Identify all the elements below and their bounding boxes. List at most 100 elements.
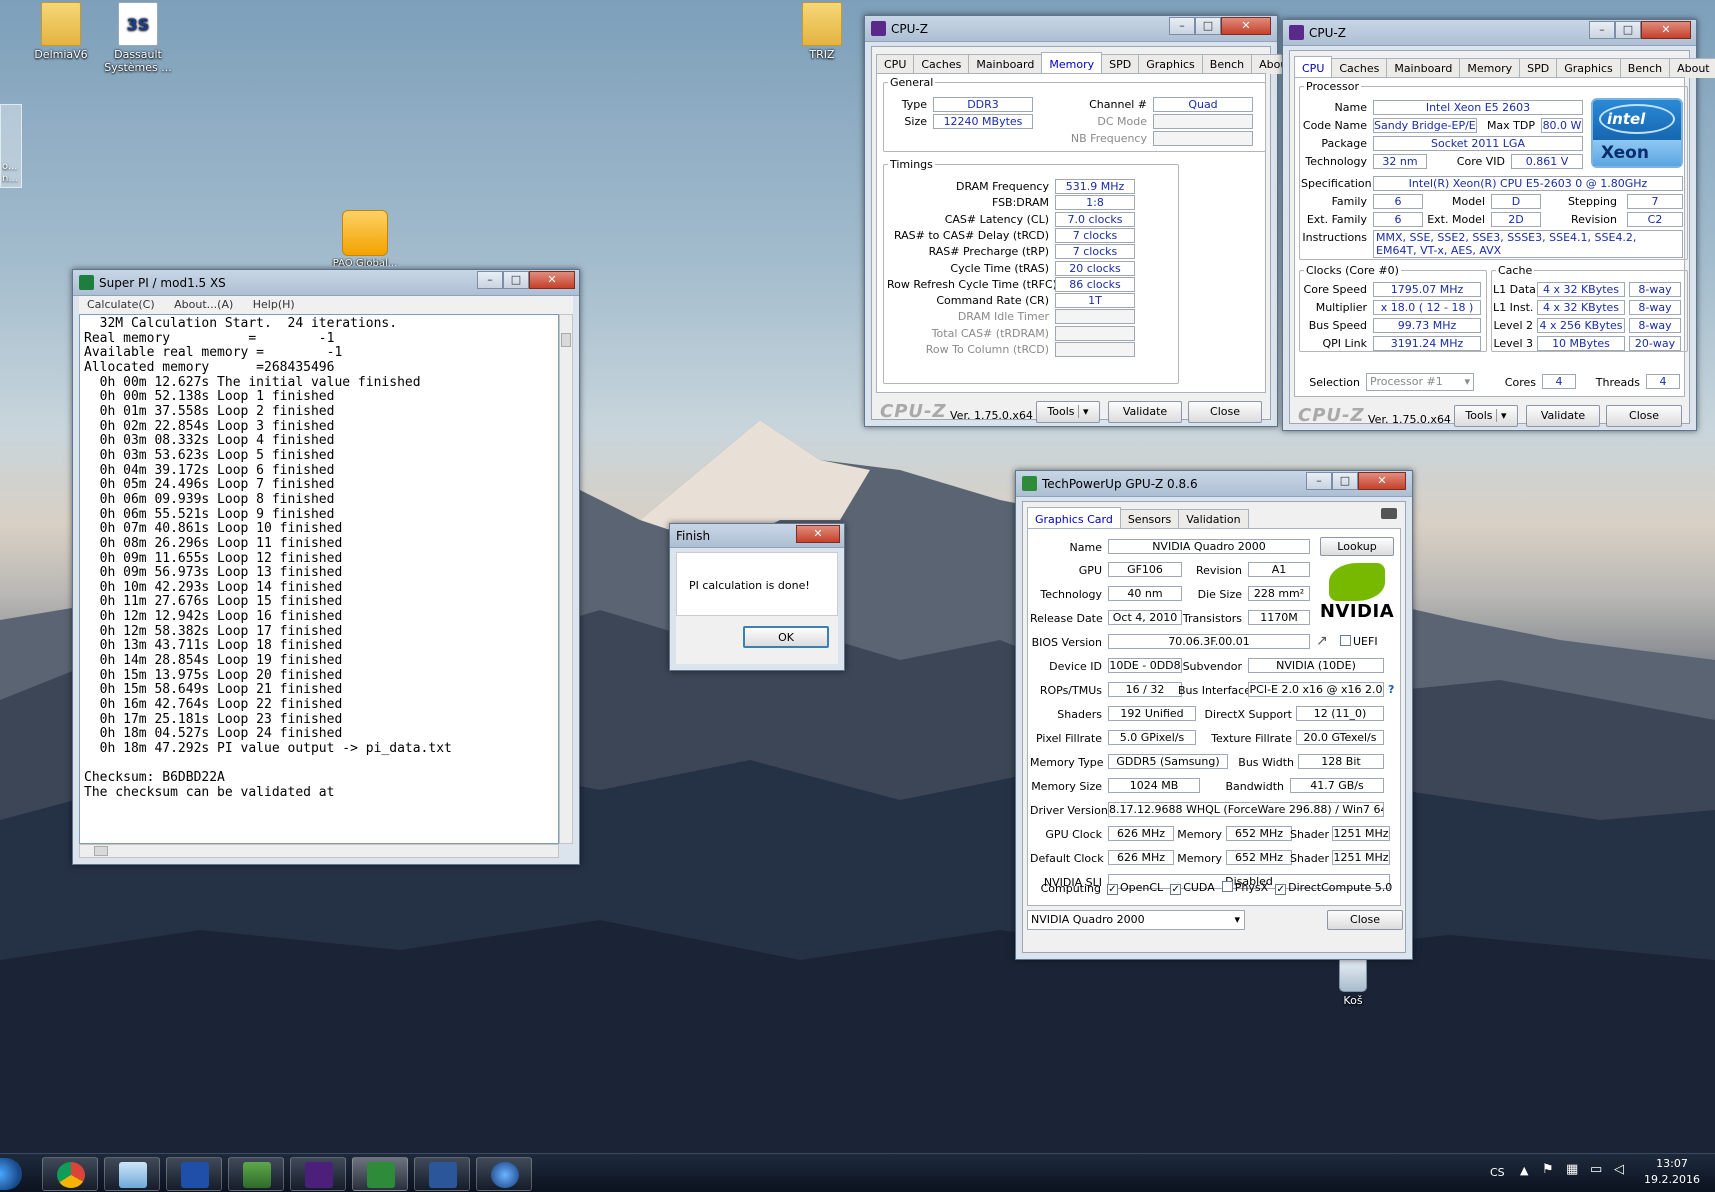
desktop-icon-recycle-bin[interactable]: Koš <box>1313 958 1393 1007</box>
title-bar[interactable]: CPU-Z – □ ✕ <box>1283 20 1696 46</box>
scroll-thumb[interactable] <box>561 333 571 347</box>
tab-mainboard[interactable]: Mainboard <box>1386 58 1461 78</box>
language-indicator[interactable]: CS <box>1490 1166 1505 1179</box>
tab-caches[interactable]: Caches <box>1331 58 1388 78</box>
desktop-icon-label: PAO Global... <box>332 258 398 266</box>
taskbar-chrome[interactable] <box>42 1157 98 1191</box>
directcompute-checkbox[interactable]: ✓ DirectCompute 5.0 <box>1275 881 1393 895</box>
title-bar[interactable]: Super PI / mod1.5 XS – □ ✕ <box>73 270 579 296</box>
cache-associativity: 8-way <box>1629 300 1681 315</box>
tab-memory[interactable]: Memory <box>1459 58 1521 78</box>
taskbar-explorer[interactable] <box>104 1157 160 1191</box>
gpuz-app-icon <box>1022 476 1037 491</box>
channel-value: Quad <box>1153 97 1253 112</box>
tab-graphics-card[interactable]: Graphics Card <box>1027 507 1121 530</box>
cuda-checkbox[interactable]: ✓ CUDA <box>1170 881 1215 895</box>
tab-spd[interactable]: SPD <box>1519 58 1558 78</box>
maximize-button[interactable]: □ <box>503 271 529 289</box>
minimize-button[interactable]: – <box>477 271 503 289</box>
physx-checkbox[interactable]: PhysX <box>1221 881 1268 894</box>
title-bar[interactable]: Finish ✕ <box>670 524 844 548</box>
tools-label: Tools <box>1465 409 1493 422</box>
start-button[interactable] <box>0 1158 22 1190</box>
validate-button[interactable]: Validate <box>1108 401 1182 423</box>
title-bar[interactable]: TechPowerUp GPU-Z 0.8.6 – □ ✕ <box>1016 471 1412 497</box>
desktop-icon-delmiav6[interactable]: DelmiaV6 <box>21 2 101 61</box>
volume-icon[interactable]: ◁ <box>1614 1162 1624 1177</box>
taskbar-superpi[interactable] <box>352 1157 408 1191</box>
gpu-value: GF106 <box>1108 562 1182 577</box>
minimize-button[interactable]: – <box>1306 472 1332 490</box>
name-value: NVIDIA Quadro 2000 <box>1108 539 1310 554</box>
directcompute-label: DirectCompute 5.0 <box>1288 881 1393 894</box>
gpu-select[interactable]: NVIDIA Quadro 2000 ▾ <box>1027 910 1245 930</box>
close-button[interactable]: Close <box>1327 910 1403 930</box>
folder-icon <box>41 2 81 46</box>
menu-about[interactable]: About...(A) <box>166 296 241 313</box>
minimize-button[interactable]: – <box>1169 17 1195 35</box>
menu-help[interactable]: Help(H) <box>245 296 303 313</box>
taskbar-gpuz[interactable] <box>476 1157 532 1191</box>
clock-date[interactable]: 19.2.2016 <box>1638 1173 1706 1186</box>
tab-validation[interactable]: Validation <box>1178 509 1249 529</box>
ok-button[interactable]: OK <box>743 626 829 648</box>
tab-about[interactable]: About <box>1669 58 1715 78</box>
gpuclock-value: 626 MHz <box>1108 826 1174 841</box>
taskbar-save[interactable] <box>166 1157 222 1191</box>
desktop-icon-triz[interactable]: TRIZ <box>782 2 862 61</box>
validate-button[interactable]: Validate <box>1526 405 1600 427</box>
uefi-checkbox[interactable]: UEFI <box>1340 635 1378 648</box>
scroll-thumb[interactable] <box>94 846 108 856</box>
tab-mainboard[interactable]: Mainboard <box>968 54 1043 74</box>
lookup-button[interactable]: Lookup <box>1320 537 1394 556</box>
taskbar-task-manager[interactable] <box>228 1157 284 1191</box>
close-button[interactable]: ✕ <box>529 271 575 289</box>
close-button[interactable]: ✕ <box>1221 17 1271 35</box>
network-icon[interactable]: ▭ <box>1590 1162 1602 1177</box>
flag-icon[interactable]: ⚑ <box>1542 1162 1554 1177</box>
tab-caches[interactable]: Caches <box>913 54 970 74</box>
taskbar-word[interactable] <box>414 1157 470 1191</box>
share-icon[interactable]: ↗ <box>1316 633 1328 649</box>
desktop-icon-global[interactable]: PAO Global... <box>325 210 405 266</box>
checkbox-box <box>1340 635 1351 646</box>
maximize-button[interactable]: □ <box>1195 17 1221 35</box>
close-button[interactable]: ✕ <box>796 525 840 543</box>
taskbar-cpuz[interactable] <box>290 1157 346 1191</box>
threads-value: 4 <box>1646 374 1680 389</box>
maximize-button[interactable]: □ <box>1615 21 1641 39</box>
partial-desktop-icon[interactable]: o... n... <box>0 104 22 188</box>
tab-cpu[interactable]: CPU <box>1294 56 1333 79</box>
minimize-button[interactable]: – <box>1589 21 1615 39</box>
windows-icon[interactable]: ▦ <box>1566 1162 1578 1177</box>
revision-value: C2 <box>1627 212 1683 227</box>
title-bar[interactable]: CPU-Z – □ ✕ <box>865 16 1277 42</box>
tab-spd[interactable]: SPD <box>1101 54 1140 74</box>
tools-button[interactable]: Tools ▾ <box>1454 405 1518 427</box>
tab-graphics[interactable]: Graphics <box>1556 58 1621 78</box>
tab-graphics[interactable]: Graphics <box>1138 54 1203 74</box>
camera-icon[interactable] <box>1381 508 1397 519</box>
horizontal-scrollbar[interactable] <box>79 844 559 858</box>
close-button[interactable]: Close <box>1606 405 1682 427</box>
close-button[interactable]: ✕ <box>1641 21 1691 39</box>
maximize-button[interactable]: □ <box>1332 472 1358 490</box>
tab-bench[interactable]: Bench <box>1619 58 1671 78</box>
desktop-icon-dassault[interactable]: 3S Dassault Systèmes ... <box>98 2 178 74</box>
cache-associativity: 8-way <box>1629 318 1681 333</box>
clock-time[interactable]: 13:07 <box>1644 1157 1700 1170</box>
show-hidden-icons-icon[interactable]: ▲ <box>1520 1164 1528 1177</box>
close-button[interactable]: ✕ <box>1358 472 1406 490</box>
tab-sensors[interactable]: Sensors <box>1119 509 1180 529</box>
tab-bench[interactable]: Bench <box>1201 54 1253 74</box>
tools-button[interactable]: Tools ▾ <box>1036 401 1100 423</box>
processor-select[interactable]: Processor #1 ▾ <box>1366 373 1474 391</box>
close-button[interactable]: Close <box>1188 401 1262 423</box>
menu-calculate[interactable]: Calculate(C) <box>79 296 163 313</box>
opencl-checkbox[interactable]: ✓ OpenCL <box>1107 881 1163 895</box>
help-icon[interactable]: ? <box>1388 683 1394 696</box>
tab-cpu[interactable]: CPU <box>876 54 915 74</box>
vertical-scrollbar[interactable] <box>559 314 573 844</box>
tab-memory[interactable]: Memory <box>1041 52 1103 75</box>
deviceid-label: Device ID <box>1049 660 1102 673</box>
